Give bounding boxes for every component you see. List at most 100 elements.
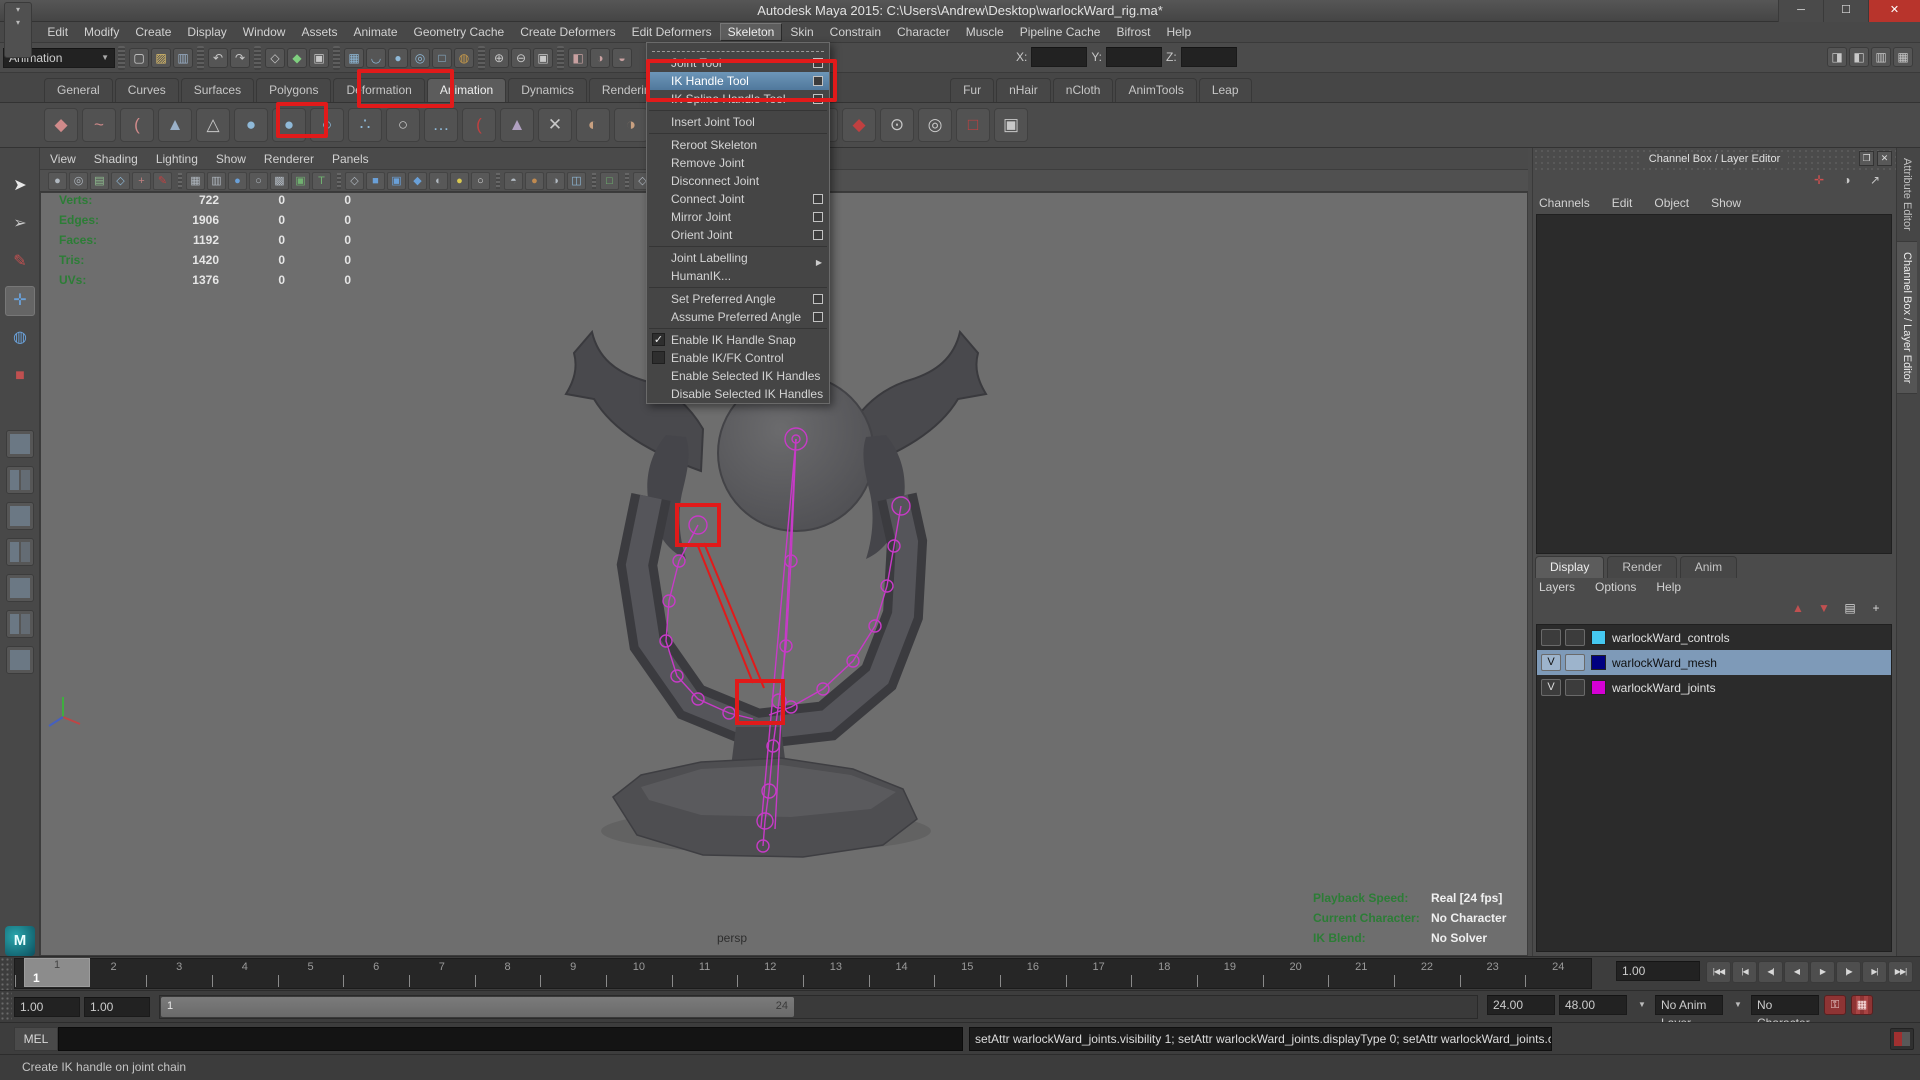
menu-item-orient-joint[interactable]: Orient Joint xyxy=(647,226,829,244)
custom-layout-button[interactable] xyxy=(6,646,34,674)
output-connections-icon[interactable]: ⊖ xyxy=(511,48,531,68)
character-set-field[interactable]: No Character Set xyxy=(1751,995,1819,1015)
option-box-icon[interactable] xyxy=(813,58,823,68)
layer-color-swatch[interactable] xyxy=(1591,655,1606,670)
grid-icon[interactable]: ▦ xyxy=(186,172,205,190)
field-chart-icon[interactable]: ▩ xyxy=(270,172,289,190)
new-scene-icon[interactable]: ▢ xyxy=(129,48,149,68)
frame-21[interactable]: 21 xyxy=(1328,959,1394,988)
frame-15[interactable]: 15 xyxy=(934,959,1000,988)
menu-modify[interactable]: Modify xyxy=(76,23,127,41)
menu-item-mirror-joint[interactable]: Mirror Joint xyxy=(647,208,829,226)
shelf-constraint-icon[interactable]: ◆ xyxy=(842,108,876,142)
current-frame-marker[interactable]: 1 1 xyxy=(24,958,90,987)
frame-16[interactable]: 16 xyxy=(1000,959,1066,988)
shelf-tab-deformation[interactable]: Deformation xyxy=(333,78,424,102)
menu-pipeline-cache[interactable]: Pipeline Cache xyxy=(1012,23,1109,41)
play-forwards-button[interactable]: ▶ xyxy=(1810,961,1835,983)
option-box-icon[interactable] xyxy=(813,312,823,322)
menu-create[interactable]: Create xyxy=(127,23,179,41)
dock-tab-attribute-editor[interactable]: Attribute Editor xyxy=(1897,148,1917,242)
menu-skeleton[interactable]: Skeleton xyxy=(720,23,783,41)
frame-5[interactable]: 5 xyxy=(278,959,344,988)
shelf-tab-surfaces[interactable]: Surfaces xyxy=(181,78,254,102)
option-box-icon[interactable] xyxy=(813,212,823,222)
step-back-key-button[interactable]: ◀| xyxy=(1758,961,1783,983)
frame-14[interactable]: 14 xyxy=(869,959,935,988)
shelf-tab-leap[interactable]: Leap xyxy=(1199,78,1252,102)
menu-item-enable-ik-handle-snap[interactable]: Enable IK Handle Snap✓ xyxy=(647,331,829,349)
step-forward-frame-button[interactable]: ▶| xyxy=(1862,961,1887,983)
menu-geometry-cache[interactable]: Geometry Cache xyxy=(406,23,513,41)
menu-help[interactable]: Help xyxy=(1158,23,1199,41)
toggle-tool-settings-icon[interactable]: ◧ xyxy=(1849,47,1869,67)
go-to-end-button[interactable]: ▶▶| xyxy=(1888,961,1913,983)
menu-item-remove-joint[interactable]: Remove Joint xyxy=(647,154,829,172)
frame-20[interactable]: 20 xyxy=(1263,959,1329,988)
select-by-object-icon[interactable]: ◆ xyxy=(287,48,307,68)
menu-tear-off-handle[interactable] xyxy=(652,45,824,52)
option-box-icon[interactable] xyxy=(813,194,823,204)
save-scene-icon[interactable]: ▥ xyxy=(173,48,193,68)
step-forward-key-button[interactable]: |▶ xyxy=(1836,961,1861,983)
paint-brush-icon[interactable]: ✎ xyxy=(153,172,172,190)
shelf-tab-animtools[interactable]: AnimTools xyxy=(1115,78,1196,102)
frame-11[interactable]: 11 xyxy=(672,959,738,988)
layer-color-swatch[interactable] xyxy=(1591,680,1606,695)
move-layer-down-icon[interactable]: ▼ xyxy=(1814,600,1834,618)
dock-tab-channel-box-layer-editor[interactable]: Channel Box / Layer Editor xyxy=(1897,242,1917,394)
frame-13[interactable]: 13 xyxy=(803,959,869,988)
shelf-tab-general[interactable]: General xyxy=(44,78,113,102)
menu-assets[interactable]: Assets xyxy=(293,23,345,41)
menu-item-reroot-skeleton[interactable]: Reroot Skeleton xyxy=(647,136,829,154)
menu-create-deformers[interactable]: Create Deformers xyxy=(512,23,623,41)
frame-12[interactable]: 12 xyxy=(737,959,803,988)
make-live-icon[interactable]: ◍ xyxy=(454,48,474,68)
set-key-icon[interactable]: ⚿ xyxy=(1824,995,1846,1015)
maximize-button[interactable]: ☐ xyxy=(1823,0,1868,22)
resolution-gate-icon[interactable]: ● xyxy=(228,172,247,190)
frame-2[interactable]: 2 xyxy=(81,959,147,988)
channel-slider-mode-icon[interactable]: ↗ xyxy=(1865,171,1885,191)
time-slider-grip[interactable] xyxy=(0,957,12,990)
frame-19[interactable]: 19 xyxy=(1197,959,1263,988)
frame-23[interactable]: 23 xyxy=(1460,959,1526,988)
script-editor-icon[interactable] xyxy=(1890,1028,1914,1050)
range-slider-bar[interactable]: 1 24 xyxy=(161,997,794,1017)
panel-menu-renderer[interactable]: Renderer xyxy=(264,152,314,166)
shelf-tab-nhair[interactable]: nHair xyxy=(996,78,1051,102)
render-icon[interactable]: ◧ xyxy=(568,48,588,68)
shelf-orient-icon[interactable]: ◎ xyxy=(918,108,952,142)
panel-header[interactable]: Channel Box / Layer Editor ❐ ✕ xyxy=(1533,148,1896,170)
channel-list-area[interactable] xyxy=(1536,214,1892,554)
snap-to-point-icon[interactable]: ● xyxy=(388,48,408,68)
menu-window[interactable]: Window xyxy=(235,23,294,41)
shaded-icon[interactable]: ■ xyxy=(366,172,385,190)
show-hide-ui-elements-icon[interactable]: ▦ xyxy=(1893,47,1913,67)
shelf-ik-spline-icon[interactable]: ○ xyxy=(310,108,344,142)
layer-editor-tab-anim[interactable]: Anim xyxy=(1680,556,1737,578)
shelf-tab-curves[interactable]: Curves xyxy=(115,78,179,102)
option-box-icon[interactable] xyxy=(813,230,823,240)
layer-display-type-toggle[interactable] xyxy=(1565,629,1585,646)
menu-item-joint-tool[interactable]: Joint Tool xyxy=(647,54,829,72)
float-panel-icon[interactable]: ❐ xyxy=(1859,151,1874,166)
multisample-icon[interactable]: ◫ xyxy=(567,172,586,190)
panel-menu-shading[interactable]: Shading xyxy=(94,152,138,166)
current-time-field[interactable]: 1.00 xyxy=(1616,961,1700,981)
layer-display-type-toggle[interactable] xyxy=(1565,654,1585,671)
panel-menu-show[interactable]: Show xyxy=(216,152,246,166)
menu-item-enable-selected-ik-handles[interactable]: Enable Selected IK Handles xyxy=(647,367,829,385)
shelf-tab-animation[interactable]: Animation xyxy=(427,78,506,102)
scale-tool-icon[interactable]: ■ xyxy=(5,362,35,392)
wireframe-on-shaded-icon[interactable]: ◆ xyxy=(408,172,427,190)
menu-muscle[interactable]: Muscle xyxy=(958,23,1012,41)
menu-animate[interactable]: Animate xyxy=(345,23,405,41)
shelf-tab-dynamics[interactable]: Dynamics xyxy=(508,78,587,102)
menu-item-enable-ik-fk-control[interactable]: Enable IK/FK Control xyxy=(647,349,829,367)
layer-row-warlockward-mesh[interactable]: VwarlockWard_mesh xyxy=(1537,650,1891,675)
auto-keyframe-toggle-icon[interactable]: ▦ xyxy=(1851,995,1873,1015)
shelf-character-group-icon[interactable]: ▲ xyxy=(158,108,192,142)
isolate-select-icon[interactable]: □ xyxy=(600,172,619,190)
redo-icon[interactable]: ↷ xyxy=(230,48,250,68)
